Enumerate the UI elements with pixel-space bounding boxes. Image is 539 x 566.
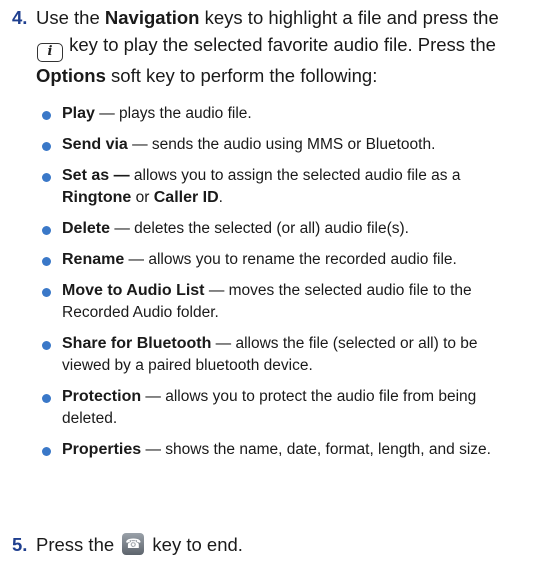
option-desc: — allows you to rename the recorded audi… bbox=[124, 251, 457, 268]
text: keys to highlight a file and press the bbox=[199, 7, 499, 28]
option-desc: — plays the audio file. bbox=[94, 105, 252, 122]
option-desc: — deletes the selected (or all) audio fi… bbox=[110, 220, 409, 237]
navigation-term: Navigation bbox=[104, 7, 200, 28]
list-item: Move to Audio List — moves the selected … bbox=[42, 280, 525, 324]
bullet-icon bbox=[42, 394, 51, 403]
bullet-icon bbox=[42, 288, 51, 297]
step-text: Use the Navigation keys to highlight a f… bbox=[36, 4, 525, 89]
list-item: Properties — shows the name, date, forma… bbox=[42, 439, 525, 461]
list-item: Set as — allows you to assign the select… bbox=[42, 165, 525, 209]
option-desc: — shows the name, date, format, length, … bbox=[141, 441, 491, 458]
step-text: Press the ☎ key to end. bbox=[36, 531, 525, 558]
bullet-icon bbox=[42, 226, 51, 235]
end-key-glyph: ☎ bbox=[125, 536, 142, 551]
option-term: Properties bbox=[62, 441, 142, 458]
list-item: Protection — allows you to protect the a… bbox=[42, 386, 525, 430]
option-term: Move to Audio List bbox=[62, 282, 205, 299]
bullet-icon bbox=[42, 447, 51, 456]
option-desc: allows you to assign the selected audio … bbox=[129, 167, 461, 184]
option-desc: — sends the audio using MMS or Bluetooth… bbox=[127, 136, 436, 153]
list-item: Delete — deletes the selected (or all) a… bbox=[42, 218, 525, 240]
step-number: 5. bbox=[12, 534, 28, 555]
option-term: Play bbox=[62, 105, 95, 122]
option-term: Share for Bluetooth bbox=[62, 335, 212, 352]
list-item: Send via — sends the audio using MMS or … bbox=[42, 134, 525, 156]
option-term: Set as — bbox=[62, 167, 130, 184]
list-item: Rename — allows you to rename the record… bbox=[42, 249, 525, 271]
list-item: Play — plays the audio file. bbox=[42, 103, 525, 125]
option-term: Delete bbox=[62, 220, 111, 237]
option-term: Protection bbox=[62, 388, 142, 405]
bullet-icon bbox=[42, 257, 51, 266]
step-number: 4. bbox=[12, 7, 28, 28]
text: key to end. bbox=[147, 534, 243, 555]
end-key-icon: ☎ bbox=[122, 533, 145, 555]
option-term: Send via bbox=[62, 136, 128, 153]
option-desc: . bbox=[218, 189, 223, 206]
options-term: Options bbox=[36, 65, 106, 86]
option-term: Ringtone bbox=[62, 189, 132, 206]
option-term: Rename bbox=[62, 251, 125, 268]
text: Use the bbox=[36, 7, 105, 28]
info-key-icon: i bbox=[37, 43, 63, 62]
bullet-icon bbox=[42, 111, 51, 120]
list-item: Share for Bluetooth — allows the file (s… bbox=[42, 333, 525, 377]
option-term: Caller ID bbox=[153, 189, 219, 206]
text: key to play the selected favorite audio … bbox=[64, 34, 496, 55]
bullet-icon bbox=[42, 173, 51, 182]
text: Press the bbox=[36, 534, 120, 555]
text: soft key to perform the following: bbox=[105, 65, 378, 86]
bullet-icon bbox=[42, 341, 51, 350]
manual-page: 4. Use the Navigation keys to highlight … bbox=[0, 0, 539, 566]
option-desc: or bbox=[131, 189, 154, 206]
bullet-icon bbox=[42, 142, 51, 151]
options-list: Play — plays the audio file. Send via — … bbox=[42, 103, 525, 470]
